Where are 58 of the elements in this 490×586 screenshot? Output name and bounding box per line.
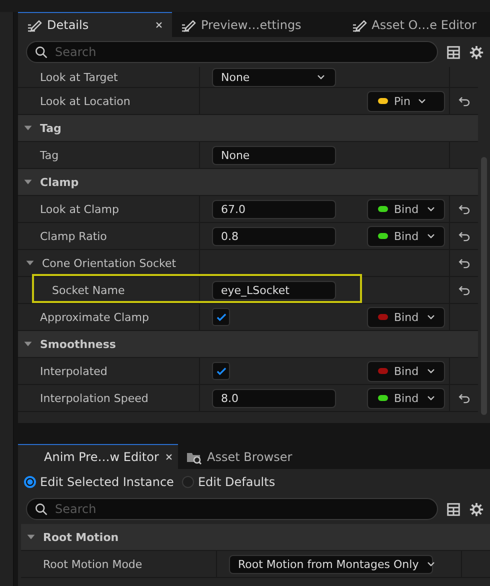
category-header[interactable]: Root Motion <box>21 524 490 551</box>
binding-dropdown[interactable]: Bind <box>367 306 445 328</box>
settings-icon <box>469 502 484 516</box>
binding-dropdown[interactable]: Pin <box>367 90 445 112</box>
settings-button[interactable] <box>469 502 484 516</box>
reset-icon[interactable] <box>458 94 470 108</box>
binding-dropdown[interactable]: Bind <box>367 360 445 382</box>
search-icon <box>34 502 48 516</box>
table-icon <box>446 44 461 60</box>
reset-icon[interactable] <box>458 256 470 270</box>
text-field[interactable]: 8.0 <box>212 388 336 408</box>
dropdown[interactable]: None <box>212 68 336 86</box>
table-view-button[interactable] <box>446 502 461 516</box>
reset-icon[interactable] <box>458 202 470 216</box>
binding-dropdown[interactable]: Bind <box>367 198 445 220</box>
panel-tab[interactable]: Anim Pre…w Editor <box>18 444 178 469</box>
scrollbar-thumb[interactable] <box>481 157 487 415</box>
settings-icon <box>469 44 484 60</box>
property-label: Cone Orientation Socket <box>42 256 176 270</box>
checkbox[interactable] <box>212 362 230 380</box>
panel-tab[interactable]: Details <box>18 12 172 37</box>
property-label: Look at Clamp <box>40 202 119 216</box>
panel-tab[interactable]: Preview…ettings <box>172 12 337 37</box>
search-icon <box>34 45 48 59</box>
property-label: Clamp Ratio <box>40 230 107 242</box>
property-label: Look at Target <box>40 70 118 84</box>
reset-icon[interactable] <box>458 230 470 242</box>
binding-dropdown[interactable]: Bind <box>367 226 445 246</box>
checkbox[interactable] <box>212 308 230 326</box>
search-field[interactable]: Search <box>26 498 438 520</box>
panel-tab[interactable]: Asset O…e Editor <box>337 12 490 37</box>
panel-tab[interactable]: Asset Browser <box>178 444 300 469</box>
table-icon <box>446 502 461 516</box>
dropdown[interactable]: Root Motion from Montages Only <box>229 554 433 574</box>
property-label: Look at Location <box>40 94 130 108</box>
text-field[interactable]: 67.0 <box>212 200 336 218</box>
close-icon <box>164 452 174 462</box>
reset-icon[interactable] <box>458 392 470 404</box>
category-header[interactable]: Tag <box>18 115 478 142</box>
category-header[interactable]: Clamp <box>18 169 478 196</box>
text-field[interactable]: eye_LSocket <box>212 280 336 300</box>
search-field[interactable]: Search <box>26 41 438 63</box>
reset-icon[interactable] <box>458 284 470 296</box>
binding-dropdown[interactable]: Bind <box>367 388 445 408</box>
close-icon <box>154 20 164 30</box>
property-label: Interpolated <box>40 364 108 378</box>
text-field[interactable]: None <box>212 146 336 164</box>
property-label: Approximate Clamp <box>40 310 149 324</box>
property-label: Root Motion Mode <box>43 558 142 570</box>
property-label: Interpolation Speed <box>40 392 148 404</box>
category-header[interactable]: Smoothness <box>18 331 478 358</box>
text-field[interactable]: 0.8 <box>212 226 336 246</box>
radio-option[interactable]: Edit Selected Instance <box>24 474 174 488</box>
settings-button[interactable] <box>469 44 484 60</box>
table-view-button[interactable] <box>446 44 461 60</box>
radio-option[interactable]: Edit Defaults <box>182 474 276 488</box>
property-label: Socket Name <box>52 284 125 296</box>
property-label: Tag <box>40 148 59 162</box>
